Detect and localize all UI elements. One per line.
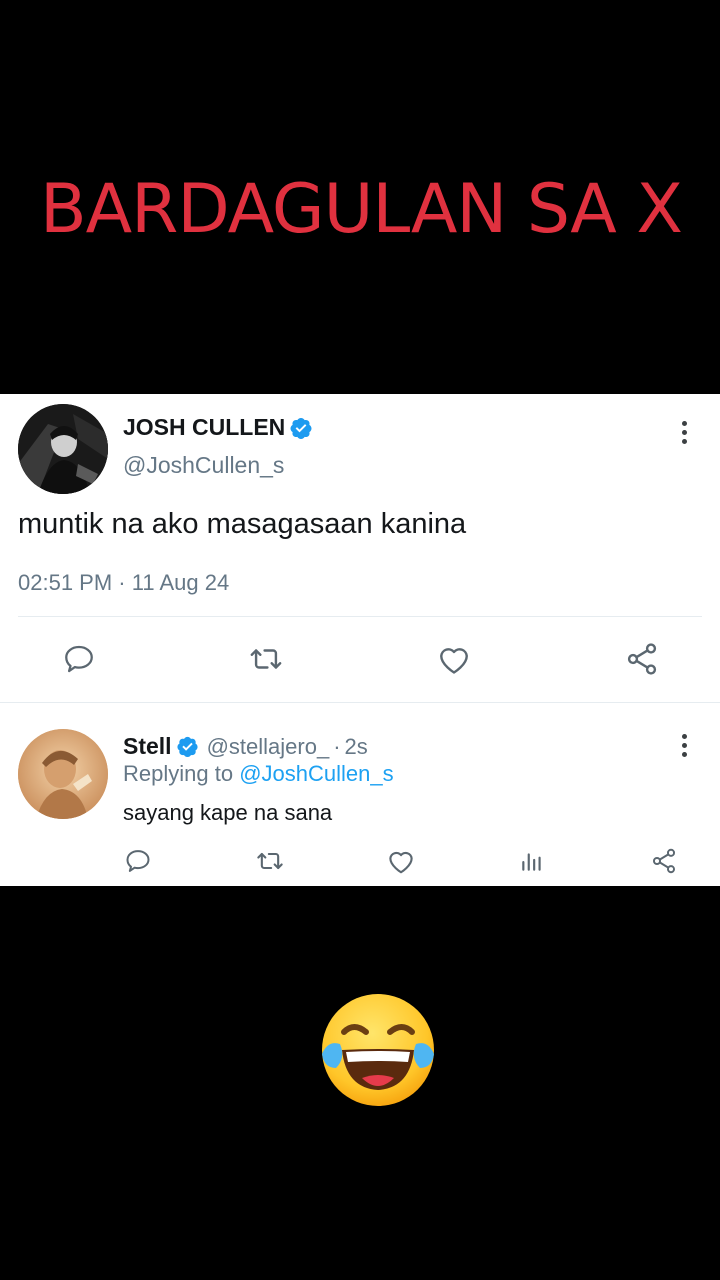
like-icon[interactable] <box>381 841 421 881</box>
divider <box>18 616 702 617</box>
verified-badge-icon <box>177 736 198 758</box>
author-name[interactable]: Stell <box>123 733 172 760</box>
author-name[interactable]: JOSH CULLEN <box>123 414 285 441</box>
face-with-tears-of-joy-emoji <box>318 992 438 1112</box>
tweet-timestamp[interactable]: 02:51 PM · 11 Aug 24 <box>18 570 229 596</box>
more-options-icon[interactable] <box>674 417 694 447</box>
mention-link[interactable]: @JoshCullen_s <box>239 761 393 786</box>
reply-icon[interactable] <box>59 639 99 679</box>
author-handle[interactable]: @stellajero_ <box>207 734 330 760</box>
tweet-time[interactable]: 2s <box>345 734 368 760</box>
headline: BARDAGULAN SA X <box>40 170 683 249</box>
verified-badge-icon <box>290 417 312 439</box>
author-handle[interactable]: @JoshCullen_s <box>123 452 284 479</box>
author-name-row: Stell @stellajero_ · 2s <box>123 733 368 760</box>
reply-tweet-card[interactable]: Stell @stellajero_ · 2s Replying to @Jos… <box>0 702 720 886</box>
author-name-row: JOSH CULLEN <box>123 414 313 441</box>
analytics-icon[interactable] <box>512 841 552 881</box>
more-options-icon[interactable] <box>674 730 694 760</box>
replying-prefix: Replying to <box>123 761 240 786</box>
tweet-text: sayang kape na sana <box>123 800 333 825</box>
like-icon[interactable] <box>434 639 474 679</box>
separator: · <box>333 733 341 759</box>
retweet-icon[interactable] <box>246 639 286 679</box>
avatar[interactable] <box>18 729 108 819</box>
share-icon[interactable] <box>644 841 684 881</box>
reply-icon[interactable] <box>118 841 158 881</box>
share-icon[interactable] <box>622 639 662 679</box>
retweet-icon[interactable] <box>250 841 290 881</box>
tweet-text: muntik na ako masagasaan kanina <box>18 508 467 540</box>
replying-to: Replying to @JoshCullen_s <box>123 761 394 787</box>
main-tweet-card[interactable]: JOSH CULLEN @JoshCullen_s muntik na ako … <box>0 394 720 702</box>
avatar[interactable] <box>18 404 108 494</box>
